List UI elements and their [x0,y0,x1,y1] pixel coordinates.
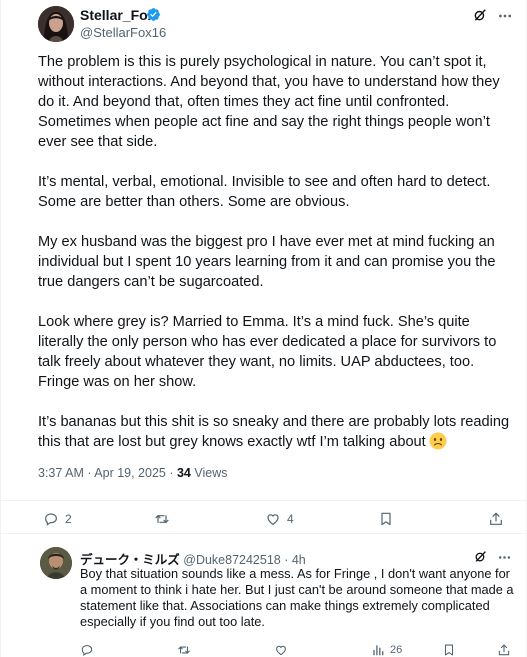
reply-text: Boy that situation sounds like a mess. A… [80,566,514,629]
more-options-icon[interactable] [497,550,512,565]
repost-icon [155,515,169,523]
bookmark-icon [444,644,454,656]
like-button[interactable]: 4 [265,511,294,527]
reply-author-handle[interactable]: @Duke87242518 [183,553,281,567]
reply-icon [45,513,57,526]
reply-avatar[interactable] [40,547,72,579]
views-count: 34 [176,466,191,480]
post-action-bar: 2 4 [1,500,527,530]
bookmark-icon [381,512,391,526]
heart-icon [276,645,286,656]
share-icon [498,644,510,656]
main-post: Stellar_Fox @StellarFox16 The problem is… [1,0,527,534]
reply-timestamp[interactable]: 4h [292,553,306,567]
reply-share-button[interactable] [497,643,511,657]
post-paragraph: My ex husband was the biggest pro I have… [38,234,496,290]
reply-bookmark-button[interactable] [442,643,456,657]
author-handle[interactable]: @StellarFox16 [80,25,166,40]
views-chart-icon [373,645,384,656]
repost-button[interactable] [154,511,176,527]
reply-icon [81,645,93,656]
share-button[interactable] [488,511,504,527]
reply-button[interactable]: 2 [43,511,72,527]
share-icon [490,512,502,525]
verified-badge-icon [147,8,160,21]
confused-face-icon [429,432,447,450]
bookmark-button[interactable] [378,511,394,527]
reply-reply-button[interactable] [80,643,94,657]
grok-icon[interactable] [474,550,487,563]
reply-like-button[interactable] [274,643,288,657]
post-meta: 3:37 AM · Apr 19, 2025 · 34 Views [38,466,227,480]
reply-author-name[interactable]: デューク・ミルズ [80,553,180,567]
reply-action-bar: 26 [1,641,527,657]
timeline-column: Stellar_Fox @StellarFox16 The problem is… [0,0,527,657]
post-paragraph: It’s mental, verbal, emotional. Invisibl… [38,174,491,210]
repost-icon [178,646,190,654]
reply-separator: · [280,553,292,567]
post-paragraph: The problem is this is purely psychologi… [38,54,500,150]
avatar[interactable] [38,6,74,42]
post-timestamp[interactable]: 3:37 AM · Apr 19, 2025 · [38,466,177,480]
views-label: Views [190,466,228,480]
reply-views-count: 26 [390,644,403,656]
grok-icon[interactable] [473,8,487,22]
more-options-icon[interactable] [497,8,513,24]
reply-count: 2 [65,512,72,526]
reply-repost-button[interactable] [177,643,191,657]
like-count: 4 [287,512,294,526]
heart-icon [267,514,279,526]
reply-views-button[interactable]: 26 [371,643,402,657]
author-name[interactable]: Stellar_Fox [80,7,155,23]
reply-post[interactable]: デューク・ミルズ @Duke87242518 · 4h Boy that sit… [1,535,527,657]
post-paragraph: Look where grey is? Married to Emma. It’… [38,314,497,390]
post-text: The problem is this is purely psychologi… [38,52,516,452]
post-paragraph-last: It’s bananas but this shit is so sneaky … [38,412,516,452]
